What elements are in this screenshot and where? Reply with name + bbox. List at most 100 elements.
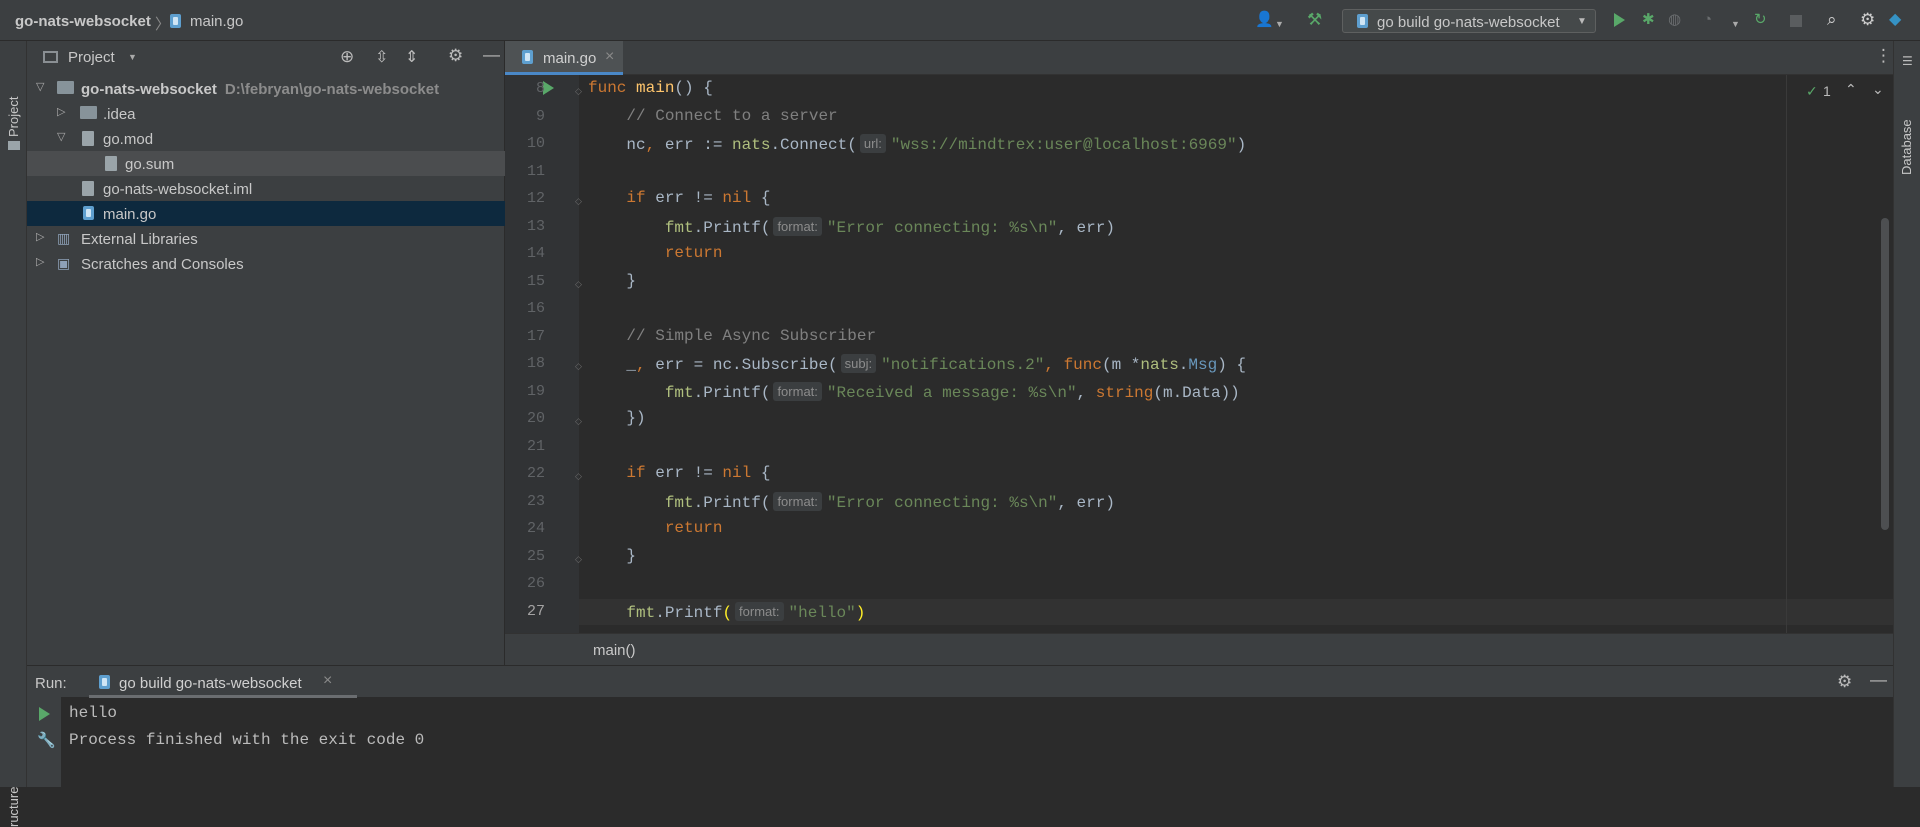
code-line[interactable]: // Simple Async Subscriber bbox=[588, 327, 876, 345]
hide-panel-icon[interactable]: — bbox=[483, 45, 500, 65]
code-line[interactable]: } bbox=[588, 272, 636, 290]
code-line[interactable]: if err != nil { bbox=[588, 189, 770, 207]
tree-item-label: go.sum bbox=[125, 156, 175, 173]
code-line[interactable]: func main() { bbox=[588, 79, 713, 97]
code-line[interactable]: if err != nil { bbox=[588, 464, 770, 482]
breadcrumb-project[interactable]: go-nats-websocket bbox=[15, 13, 151, 30]
close-tab-icon[interactable]: × bbox=[323, 672, 332, 690]
line-number: 22 bbox=[526, 465, 545, 482]
code-line[interactable]: nc, err := nats.Connect(url: "wss://mindt… bbox=[588, 134, 1246, 154]
run-panel: Run: go build go-nats-websocket × ⚙ — 🔧 … bbox=[27, 665, 1893, 787]
go-file-icon bbox=[522, 50, 533, 64]
inspection-check-icon[interactable]: ✓ bbox=[1806, 83, 1818, 100]
line-number: 21 bbox=[526, 438, 545, 455]
chevron-down-icon[interactable]: ▽ bbox=[57, 130, 65, 143]
code-string: "Error connecting: %s\n" bbox=[826, 494, 1058, 512]
rerun-icon[interactable]: ↻ bbox=[1754, 12, 1767, 28]
right-tool-strip: ☰ Database bbox=[1893, 41, 1920, 787]
tree-item-external-libraries[interactable]: ▷ ▥ External Libraries bbox=[27, 226, 505, 251]
close-tab-icon[interactable]: × bbox=[605, 48, 614, 66]
function-breadcrumb[interactable]: main() bbox=[593, 642, 636, 659]
folder-icon bbox=[80, 106, 97, 119]
code-line[interactable]: fmt.Printf(format: "Error connecting: %s\… bbox=[588, 492, 1115, 512]
profile-icon[interactable]: ◔ bbox=[1703, 12, 1712, 28]
more-run-dropdown-icon[interactable]: ▼ bbox=[1731, 16, 1740, 32]
fold-marker-icon[interactable]: ◇ bbox=[575, 471, 582, 482]
chevron-right-icon[interactable]: ▷ bbox=[36, 230, 44, 243]
view-dropdown-icon[interactable]: ▼ bbox=[128, 52, 137, 62]
tree-item-idea[interactable]: ▷ .idea bbox=[27, 101, 505, 126]
run-configuration-select[interactable]: go build go-nats-websocket ▼ bbox=[1342, 9, 1596, 33]
debug-icon[interactable]: ✱ bbox=[1642, 12, 1655, 28]
search-icon[interactable]: ⌕ bbox=[1827, 11, 1837, 28]
project-view-title[interactable]: Project bbox=[68, 49, 115, 66]
tree-item-label: .idea bbox=[103, 106, 136, 123]
expand-all-icon[interactable]: ⇳ bbox=[375, 47, 388, 67]
wrench-icon[interactable]: 🔧 bbox=[37, 731, 56, 749]
tree-item-go-sum[interactable]: go.sum bbox=[27, 151, 505, 176]
code-line[interactable]: } bbox=[588, 547, 636, 565]
user-icon[interactable]: 👤 bbox=[1255, 12, 1274, 28]
fold-marker-icon[interactable]: ◇ bbox=[575, 416, 582, 427]
panel-settings-gear-icon[interactable]: ⚙ bbox=[448, 46, 463, 66]
structure-tool-window-button[interactable]: ructure bbox=[6, 787, 21, 827]
tree-item-scratches[interactable]: ▷ ▣ Scratches and Consoles bbox=[27, 251, 505, 276]
tree-item-path: D:\febryan\go-nats-websocket bbox=[224, 81, 440, 98]
tree-item-project-root[interactable]: ▽ go-nats-websocket D:\febryan\go-nats-we… bbox=[27, 76, 505, 101]
tree-item-label: go.mod bbox=[103, 131, 154, 148]
line-number: 9 bbox=[535, 108, 545, 125]
run-configuration-label: go build go-nats-websocket bbox=[1377, 14, 1560, 31]
param-hint: format: bbox=[773, 217, 822, 236]
settings-gear-icon[interactable]: ⚙ bbox=[1860, 11, 1875, 28]
tree-item-label: go-nats-websocket.iml bbox=[103, 181, 253, 198]
chevron-down-icon[interactable]: ▽ bbox=[36, 80, 44, 93]
fold-marker-icon[interactable]: ◇ bbox=[575, 196, 582, 207]
console-output-line: hello bbox=[69, 704, 118, 722]
locate-file-icon[interactable]: ⊕ bbox=[340, 47, 354, 67]
fold-marker-icon[interactable]: ◇ bbox=[575, 86, 582, 97]
inspection-count[interactable]: 1 bbox=[1823, 83, 1831, 99]
breadcrumb-separator-icon: 〉 bbox=[155, 16, 171, 33]
code-line[interactable]: _, err = nc.Subscribe(subj: "notification… bbox=[588, 354, 1246, 374]
code-line[interactable]: fmt.Printf(format: "Error connecting: %s\… bbox=[588, 217, 1115, 237]
toolbox-icon[interactable]: ◆ bbox=[1889, 12, 1901, 28]
iml-file-icon bbox=[82, 181, 94, 196]
editor-scrollbar[interactable] bbox=[1881, 218, 1889, 530]
stop-icon[interactable] bbox=[1790, 15, 1802, 27]
go-file-icon bbox=[83, 206, 94, 220]
coverage-icon[interactable]: ◍ bbox=[1668, 12, 1681, 28]
run-icon[interactable] bbox=[1614, 13, 1625, 27]
rerun-icon[interactable] bbox=[39, 707, 50, 721]
code-line[interactable]: fmt.Printf(format: "hello") bbox=[588, 602, 865, 622]
run-panel-label: Run: bbox=[35, 675, 67, 692]
code-line[interactable]: // Connect to a server bbox=[588, 107, 837, 125]
tab-run-config[interactable]: go build go-nats-websocket × bbox=[89, 666, 357, 698]
collapse-all-icon[interactable]: ⇕ bbox=[405, 47, 418, 67]
breadcrumb-file[interactable]: main.go bbox=[190, 13, 243, 30]
code-line[interactable]: }) bbox=[588, 409, 645, 427]
line-number: 13 bbox=[526, 218, 545, 235]
tree-item-main-go[interactable]: main.go bbox=[27, 201, 505, 226]
code-line[interactable]: fmt.Printf(format: "Received a message: %… bbox=[588, 382, 1240, 402]
more-options-icon[interactable]: ⋮ bbox=[1875, 46, 1892, 66]
fold-marker-icon[interactable]: ◇ bbox=[575, 554, 582, 565]
fold-marker-icon[interactable]: ◇ bbox=[575, 361, 582, 372]
tree-item-go-mod[interactable]: ▽ go.mod bbox=[27, 126, 505, 151]
next-highlight-icon[interactable]: ⌄ bbox=[1872, 81, 1884, 98]
project-tool-window-button[interactable]: Project bbox=[6, 97, 21, 137]
line-number: 27 bbox=[526, 603, 545, 620]
previous-highlight-icon[interactable]: ⌃ bbox=[1845, 81, 1857, 98]
chevron-right-icon[interactable]: ▷ bbox=[57, 105, 65, 118]
database-tool-window-button[interactable]: Database bbox=[1899, 119, 1914, 175]
build-hammer-icon[interactable]: ⚒ bbox=[1307, 11, 1322, 28]
code-line[interactable]: return bbox=[588, 244, 723, 262]
fold-marker-icon[interactable]: ◇ bbox=[575, 279, 582, 290]
code-line[interactable]: return bbox=[588, 519, 723, 537]
tab-main-go[interactable]: main.go × bbox=[505, 41, 623, 75]
user-dropdown-icon[interactable]: ▼ bbox=[1275, 16, 1284, 32]
tree-item-iml[interactable]: go-nats-websocket.iml bbox=[27, 176, 505, 201]
hide-run-panel-icon[interactable]: — bbox=[1870, 670, 1887, 690]
chevron-right-icon[interactable]: ▷ bbox=[36, 255, 44, 268]
run-settings-gear-icon[interactable]: ⚙ bbox=[1837, 672, 1852, 692]
code-comment: // Simple Async Subscriber bbox=[626, 327, 877, 345]
